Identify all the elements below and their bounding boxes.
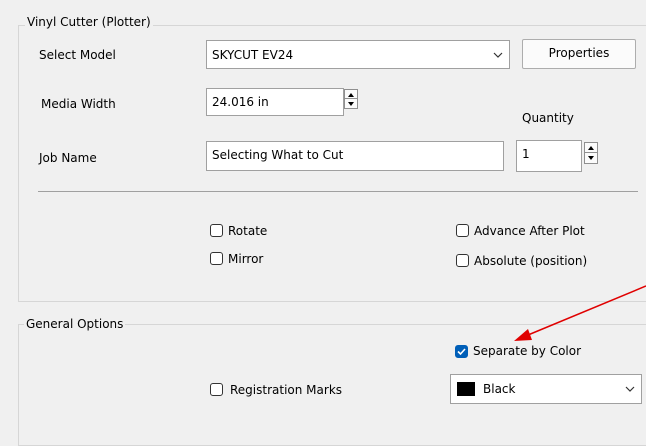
separator-line <box>38 191 638 192</box>
color-select-value: Black <box>483 382 516 396</box>
registration-marks-checkbox[interactable] <box>210 383 223 396</box>
separate-by-color-label[interactable]: Separate by Color <box>473 343 581 359</box>
chevron-down-icon <box>625 386 635 392</box>
rotate-checkbox[interactable] <box>210 224 223 237</box>
absolute-position-label[interactable]: Absolute (position) <box>474 253 587 269</box>
color-select[interactable]: Black <box>450 374 642 404</box>
job-name-input[interactable]: Selecting What to Cut <box>206 141 504 171</box>
rotate-label[interactable]: Rotate <box>228 223 267 239</box>
mirror-checkbox[interactable] <box>210 252 223 265</box>
quantity-input[interactable]: 1 <box>516 140 582 172</box>
advance-after-plot-checkbox[interactable] <box>456 224 469 237</box>
select-model-label: Select Model <box>39 48 116 62</box>
vinyl-cutter-group-title: Vinyl Cutter (Plotter) <box>25 14 153 30</box>
media-width-label: Media Width <box>41 97 116 111</box>
spin-up-icon[interactable] <box>585 143 597 153</box>
spin-down-icon[interactable] <box>585 153 597 163</box>
model-select-value: SKYCUT EV24 <box>212 48 294 62</box>
quantity-spinner[interactable] <box>584 142 598 164</box>
spin-up-icon[interactable] <box>345 90 357 99</box>
spin-down-icon[interactable] <box>345 99 357 108</box>
model-select[interactable]: SKYCUT EV24 <box>206 40 510 69</box>
media-width-spinner[interactable] <box>344 89 358 109</box>
checkmark-icon <box>457 348 466 356</box>
media-width-input[interactable]: 24.016 in <box>206 88 344 116</box>
general-options-group-title: General Options <box>24 316 126 332</box>
color-swatch <box>457 382 475 396</box>
advance-after-plot-label[interactable]: Advance After Plot <box>474 223 585 239</box>
job-name-label: Job Name <box>39 151 97 165</box>
quantity-label: Quantity <box>522 111 574 125</box>
registration-marks-label[interactable]: Registration Marks <box>230 382 342 398</box>
absolute-position-checkbox[interactable] <box>456 254 469 267</box>
mirror-label[interactable]: Mirror <box>228 251 263 267</box>
properties-button[interactable]: Properties <box>522 39 636 69</box>
separate-by-color-checkbox[interactable] <box>455 345 468 358</box>
chevron-down-icon <box>493 52 503 58</box>
